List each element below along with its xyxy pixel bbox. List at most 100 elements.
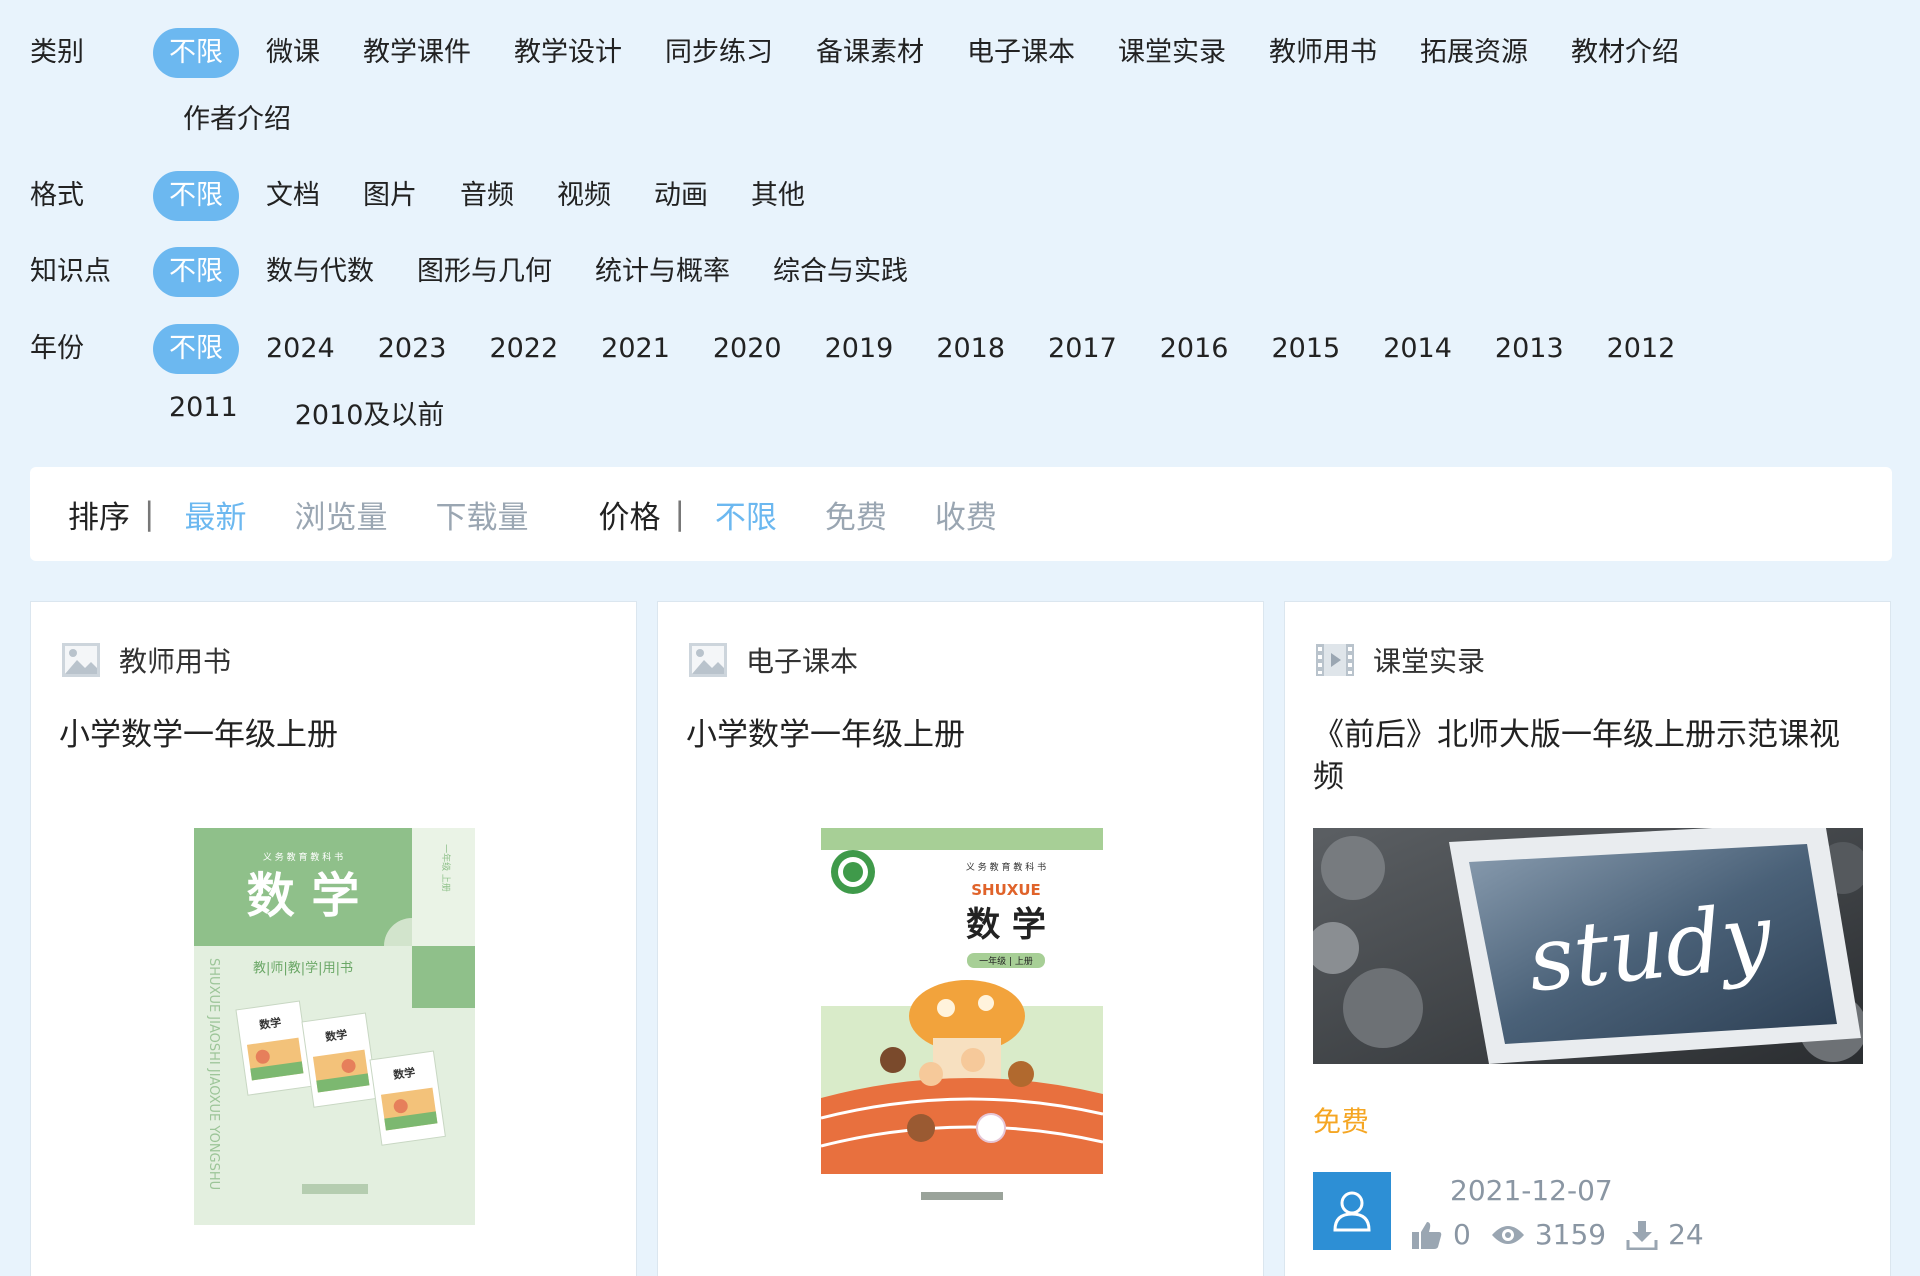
filter-option-audio[interactable]: 音频 [444,171,530,221]
filter-option-2017[interactable]: 2017 [1032,324,1133,374]
book-cover-textbook[interactable]: 义 务 教 育 教 科 书 SHUXUE 数 学 一年级 | 上册 [820,828,1104,1225]
filter-option-author-intro[interactable]: 作者介绍 [167,95,307,145]
card-category: 电子课本 [688,640,858,680]
filter-option-2010-earlier[interactable]: 2010及以前 [279,391,461,441]
card-category: 课堂实录 [1315,640,1485,680]
downloads-count: 24 [1668,1218,1704,1251]
eye-icon [1491,1225,1524,1244]
filter-option-2011[interactable]: 2011 [153,383,254,433]
filter-option-other[interactable]: 其他 [735,171,821,221]
textbook-cover-art: 义 务 教 育 教 科 书 SHUXUE 数 学 一年级 | 上册 [820,828,1104,1225]
card-title[interactable]: 小学数学一年级上册 [59,714,616,756]
price-option-free[interactable]: 免费 [825,492,887,537]
filter-option-textbook-intro[interactable]: 教材介绍 [1555,28,1695,78]
sort-option-downloads[interactable]: 下载量 [435,492,528,537]
price-option-unlimited[interactable]: 不限 [715,492,777,537]
filter-option-number-algebra[interactable]: 数与代数 [250,247,390,297]
filter-option-2019[interactable]: 2019 [809,324,910,374]
sort-bar: 排序 | 最新 浏览量 下载量 价格 | 不限 免费 收费 [30,467,1892,561]
book-cover-teacher[interactable]: 义 务 教 育 教 科 书 数 学 一年级 上册 教|师|教|学|用|书 SHU… [194,828,475,1225]
filter-option-2020[interactable]: 2020 [697,324,798,374]
filter-option-e-textbook[interactable]: 电子课本 [951,28,1091,78]
filter-option-image[interactable]: 图片 [347,171,433,221]
image-icon [62,643,100,677]
filter-option-2022[interactable]: 2022 [473,324,574,374]
downloads-stat[interactable]: 24 [1626,1218,1704,1251]
card-category-label: 教师用书 [119,645,232,678]
cover-subtitle-text: 教|师|教|学|用|书 [253,960,353,976]
teacher-book-cover-art: 义 务 教 育 教 科 书 数 学 一年级 上册 教|师|教|学|用|书 SHU… [194,828,475,1225]
likes-stat[interactable]: 0 [1411,1218,1471,1251]
filter-option-unlimited[interactable]: 不限 [153,247,239,297]
user-icon [1333,1191,1371,1232]
cover-series-text: 义 务 教 育 教 科 书 [263,851,343,863]
filter-label-category: 类别 [30,37,84,68]
card-title[interactable]: 《前后》北师大版一年级上册示范课视频 [1313,714,1870,798]
study-thumbnail-art: study [1307,822,1869,1064]
filter-option-document[interactable]: 文档 [250,171,336,221]
card-stats: 0 3159 24 [1411,1218,1724,1251]
publish-date: 2021-12-07 [1450,1174,1613,1207]
video-icon [1316,644,1354,676]
cover-grade-tag: 一年级 | 上册 [979,955,1033,967]
filter-option-2016[interactable]: 2016 [1144,324,1245,374]
filter-option-2013[interactable]: 2013 [1479,324,1580,374]
filter-option-geometry[interactable]: 图形与几何 [401,247,568,297]
filter-option-unlimited[interactable]: 不限 [153,171,239,221]
filter-option-practice[interactable]: 综合与实践 [757,247,924,297]
download-icon [1626,1220,1658,1250]
filter-option-2023[interactable]: 2023 [362,324,463,374]
price-option-paid[interactable]: 收费 [935,492,997,537]
filter-option-teacher-book[interactable]: 教师用书 [1253,28,1393,78]
filter-option-courseware[interactable]: 教学课件 [347,28,487,78]
video-thumbnail[interactable]: study [1307,822,1869,1064]
sort-option-views[interactable]: 浏览量 [294,492,387,537]
thumbs-up-icon [1412,1221,1442,1249]
card-category-label: 课堂实录 [1373,645,1486,678]
filter-options-knowledge: 不限 数与代数 图形与几何 统计与概率 综合与实践 [153,247,1890,297]
filter-option-2024[interactable]: 2024 [250,324,351,374]
resource-card[interactable]: 课堂实录 《前后》北师大版一年级上册示范课视频 study 免费 2021-12… [1284,601,1891,1276]
cover-side-text: 一年级 上册 [440,844,452,892]
filter-option-animation[interactable]: 动画 [638,171,724,221]
views-stat: 3159 [1491,1218,1606,1251]
cover-subject-text: 数 学 [247,868,360,924]
likes-count: 0 [1453,1218,1471,1251]
views-count: 3159 [1534,1218,1607,1251]
filter-option-lesson-design[interactable]: 教学设计 [498,28,638,78]
sort-label: 排序 [68,499,130,536]
filter-option-unlimited[interactable]: 不限 [153,324,239,374]
filter-options-category: 不限 微课 教学课件 教学设计 同步练习 备课素材 电子课本 课堂实录 教师用书… [153,28,1753,145]
filter-label-format: 格式 [30,180,84,211]
filter-option-extension[interactable]: 拓展资源 [1404,28,1544,78]
filter-option-sync-exercise[interactable]: 同步练习 [649,28,789,78]
filter-option-2014[interactable]: 2014 [1367,324,1468,374]
card-category: 教师用书 [61,640,231,680]
image-icon [689,643,727,677]
filter-option-microlesson[interactable]: 微课 [250,28,336,78]
filter-option-prep-material[interactable]: 备课素材 [800,28,940,78]
avatar[interactable] [1313,1172,1391,1250]
publisher-logo [302,1184,368,1194]
filter-option-class-record[interactable]: 课堂实录 [1102,28,1242,78]
filter-option-video[interactable]: 视频 [541,171,627,221]
card-category-label: 电子课本 [746,645,859,678]
filter-option-statistics[interactable]: 统计与概率 [579,247,746,297]
card-title[interactable]: 小学数学一年级上册 [686,714,1243,756]
cover-vertical-text: SHUXUE JIAOSHI JIAOXUE YONGSHU [206,958,221,1190]
filter-option-2012[interactable]: 2012 [1591,324,1692,374]
price-separator: | [674,496,685,532]
publisher-logo [921,1192,1003,1200]
price-label: 价格 [598,499,661,536]
filter-option-unlimited[interactable]: 不限 [153,28,239,78]
filter-option-2015[interactable]: 2015 [1255,324,1356,374]
sort-separator: | [144,496,155,532]
resource-card[interactable]: 教师用书 小学数学一年级上册 义 务 教 育 教 科 书 数 学 一年级 上册 … [30,601,637,1276]
price-tag: 免费 [1313,1105,1370,1138]
filter-options-format: 不限 文档 图片 音频 视频 动画 其他 [153,171,1890,221]
filter-option-2021[interactable]: 2021 [585,324,686,374]
filter-option-2018[interactable]: 2018 [920,324,1021,374]
sort-option-latest[interactable]: 最新 [184,492,246,537]
filter-label-knowledge: 知识点 [30,256,111,287]
resource-card[interactable]: 电子课本 小学数学一年级上册 义 务 教 育 教 科 书 SHUXUE 数 学 … [657,601,1264,1276]
